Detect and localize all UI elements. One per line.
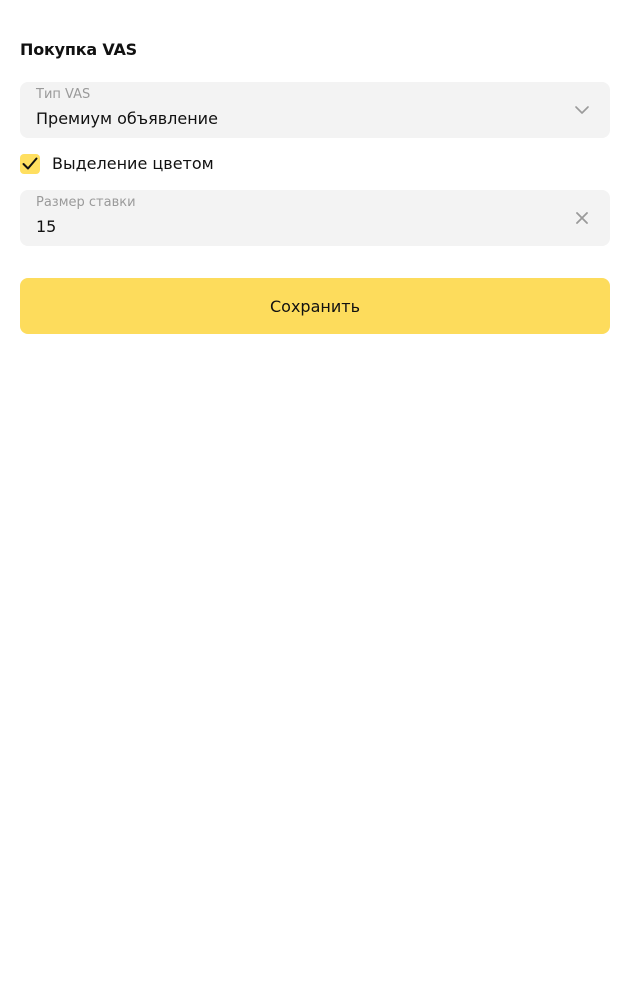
bid-amount-label: Размер ставки [36, 195, 136, 210]
bid-amount-field[interactable]: Размер ставки [20, 190, 610, 246]
chevron-down-icon[interactable] [572, 100, 592, 120]
color-highlight-checkbox-row[interactable]: Выделение цветом [20, 152, 214, 176]
vas-type-value: Премиум объявление [36, 109, 218, 128]
page-title: Покупка VAS [20, 40, 137, 59]
clear-icon[interactable] [572, 208, 592, 228]
color-highlight-label: Выделение цветом [52, 154, 214, 173]
save-button[interactable]: Сохранить [20, 278, 610, 334]
vas-type-label: Тип VAS [36, 87, 91, 102]
vas-type-select[interactable]: Тип VAS Премиум объявление [20, 82, 610, 138]
checkmark-icon [22, 157, 38, 170]
bid-amount-input[interactable] [36, 217, 536, 237]
color-highlight-checkbox[interactable] [20, 154, 40, 174]
